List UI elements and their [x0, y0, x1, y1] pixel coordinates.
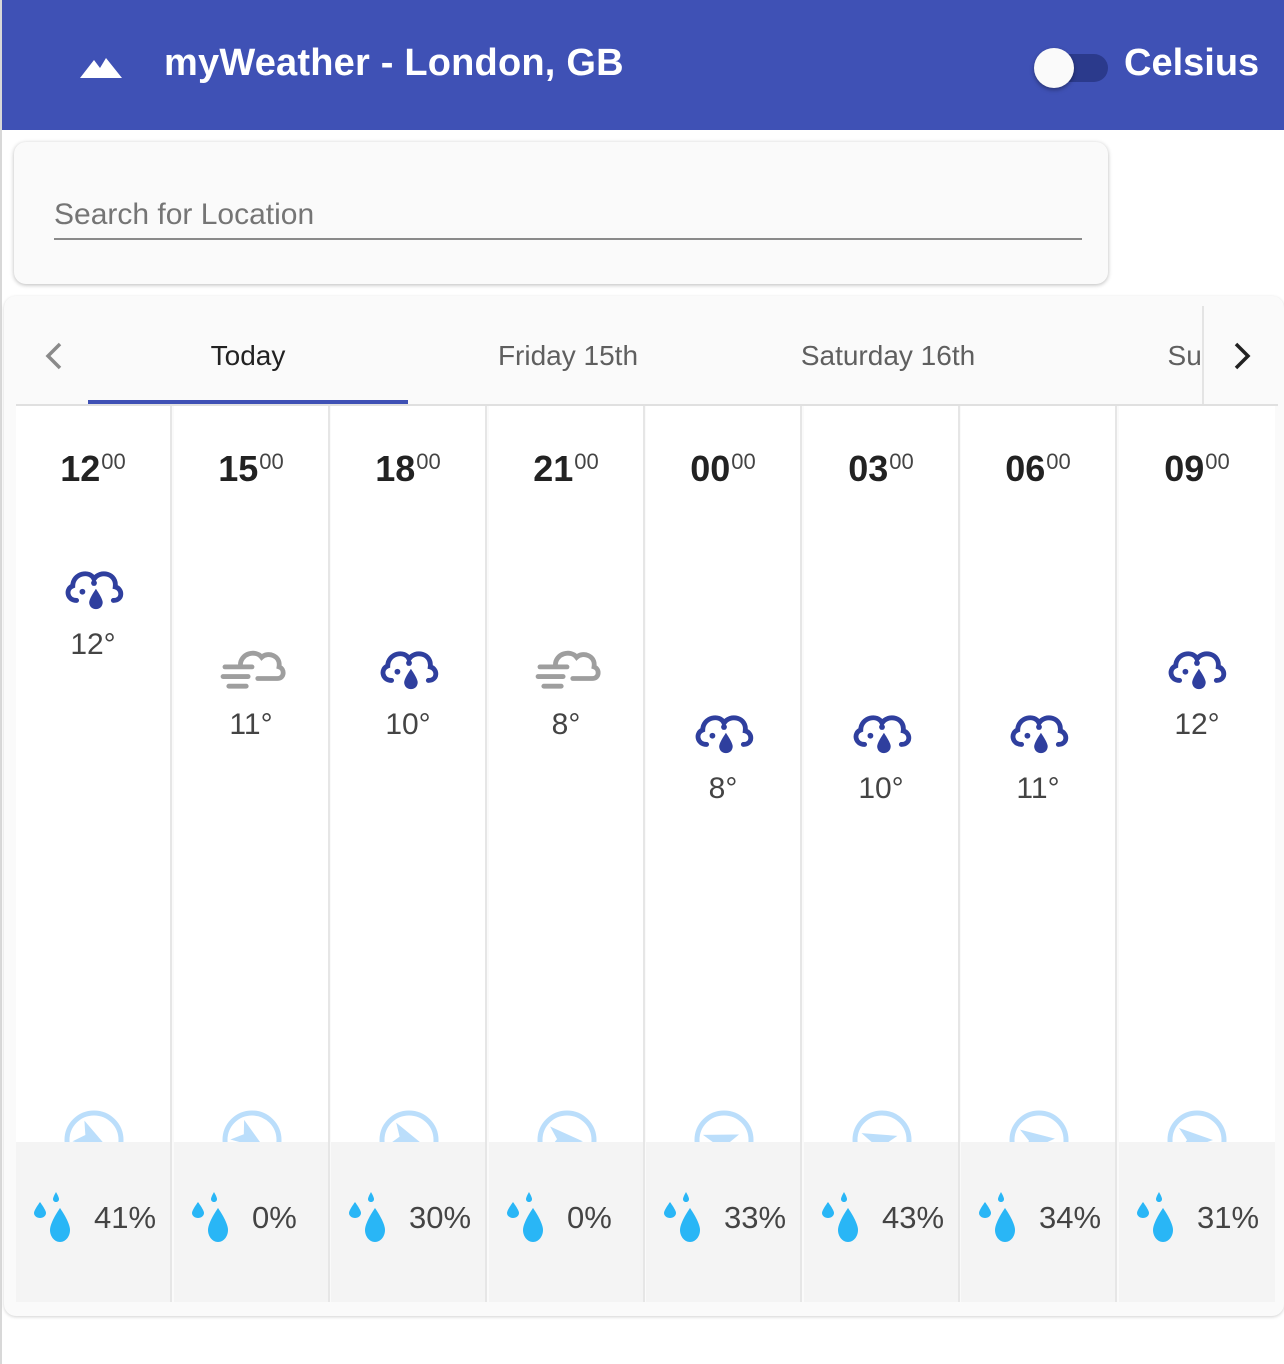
precipitation-chance: 33%: [724, 1200, 787, 1235]
precipitation-row: 0%: [174, 1142, 328, 1302]
tab-today[interactable]: Today: [88, 296, 408, 406]
minute-value: 00: [731, 449, 756, 474]
forecast-card: Today Friday 15th Saturday 16th Sunda 12…: [4, 296, 1284, 1316]
hour-label: 0300: [804, 448, 958, 490]
hour-column: 060011°1034%: [961, 406, 1117, 1302]
minute-value: 00: [101, 449, 126, 474]
hour-label: 2100: [489, 448, 643, 490]
precipitation-row: 34%: [961, 1142, 1115, 1302]
minute-value: 00: [1205, 449, 1230, 474]
tabs-scroll-divider: [1202, 306, 1204, 406]
raindrops-icon: [34, 1192, 70, 1242]
raindrops-icon: [507, 1192, 543, 1242]
hour-column: 150011°80%: [174, 406, 330, 1302]
hour-value: 09: [1164, 448, 1205, 489]
precipitation-chance: 0%: [252, 1200, 297, 1235]
raindrops-icon: [979, 1192, 1015, 1242]
minute-value: 00: [889, 449, 914, 474]
hour-label: 0900: [1119, 448, 1275, 490]
search-card: [14, 142, 1108, 284]
tab-saturday-16th[interactable]: Saturday 16th: [728, 296, 1048, 406]
wind-cloud-icon: [220, 650, 286, 689]
precipitation-chance: 41%: [94, 1200, 157, 1235]
hour-label: 0600: [961, 448, 1115, 490]
temperature: 11°: [1016, 772, 1060, 805]
app-bar: myWeather - London, GB Celsius: [2, 0, 1284, 130]
tab-friday-15th[interactable]: Friday 15th: [408, 296, 728, 406]
tab-sunday[interactable]: Sunda: [1048, 296, 1204, 406]
minute-value: 00: [259, 449, 284, 474]
tabs-viewport: Today Friday 15th Saturday 16th Sunda: [88, 296, 1204, 406]
hour-column: 180010°630%: [331, 406, 487, 1302]
raindrops-icon: [664, 1192, 700, 1242]
mountain-icon: [80, 58, 122, 78]
hour-label: 0000: [646, 448, 800, 490]
hour-column: 090012°1031%: [1119, 406, 1275, 1302]
hour-column: 00008°533%: [646, 406, 802, 1302]
hour-value: 18: [375, 448, 416, 489]
precipitation-row: 31%: [1119, 1142, 1275, 1302]
rain-cloud-icon: [1010, 715, 1069, 754]
precipitation-row: 33%: [646, 1142, 800, 1302]
hour-value: 12: [60, 448, 101, 489]
rain-cloud-icon: [1168, 651, 1227, 690]
precipitation-chance: 34%: [1039, 1200, 1102, 1235]
precipitation-row: 43%: [804, 1142, 958, 1302]
precipitation-row: 41%: [16, 1142, 170, 1302]
hour-value: 06: [1005, 448, 1046, 489]
hour-column: 21008°50%: [489, 406, 645, 1302]
minute-value: 00: [416, 449, 441, 474]
hour-column: 030010°943%: [804, 406, 960, 1302]
raindrops-icon: [349, 1192, 385, 1242]
hour-label: 1500: [174, 448, 328, 490]
wind-cloud-icon: [535, 650, 601, 689]
temperature: 10°: [385, 708, 431, 741]
temperature: 12°: [1174, 708, 1220, 741]
minute-value: 00: [574, 449, 599, 474]
precipitation-row: 0%: [489, 1142, 643, 1302]
page: myWeather - London, GB Celsius Today Fri…: [0, 0, 1284, 1364]
precipitation-chance: 31%: [1197, 1200, 1260, 1235]
raindrops-icon: [1137, 1192, 1173, 1242]
hour-value: 21: [533, 448, 574, 489]
hour-column: 120012°941%: [16, 406, 172, 1302]
app-title: myWeather - London, GB: [164, 42, 624, 84]
hour-label: 1200: [16, 448, 170, 490]
rain-cloud-icon: [853, 715, 912, 754]
temperature: 8°: [551, 708, 581, 741]
search-input[interactable]: [54, 186, 1082, 240]
precipitation-row: 30%: [331, 1142, 485, 1302]
precipitation-chance: 0%: [567, 1200, 612, 1235]
day-tabs: Today Friday 15th Saturday 16th Sunda: [4, 296, 1284, 406]
toggle-thumb[interactable]: [1034, 48, 1074, 88]
temperature: 12°: [70, 628, 116, 661]
hour-value: 03: [848, 448, 889, 489]
celsius-toggle[interactable]: [1034, 48, 1110, 88]
chevron-right-icon[interactable]: [1216, 326, 1264, 386]
chevron-left-icon[interactable]: [30, 326, 78, 386]
temperature: 8°: [708, 772, 738, 805]
raindrops-icon: [822, 1192, 858, 1242]
hour-value: 15: [218, 448, 259, 489]
hour-value: 00: [690, 448, 731, 489]
temperature: 11°: [229, 708, 273, 741]
precipitation-chance: 43%: [882, 1200, 945, 1235]
hour-label: 1800: [331, 448, 485, 490]
raindrops-icon: [192, 1192, 228, 1242]
hourly-columns: 120012°941%150011°80%180010°630%21008°50…: [16, 406, 1278, 1306]
minute-value: 00: [1046, 449, 1071, 474]
precipitation-chance: 30%: [409, 1200, 472, 1235]
unit-label: Celsius: [1124, 42, 1260, 84]
rain-cloud-icon: [695, 715, 754, 754]
temperature: 10°: [858, 772, 904, 805]
rain-cloud-icon: [380, 651, 439, 690]
rain-cloud-icon: [65, 571, 124, 610]
